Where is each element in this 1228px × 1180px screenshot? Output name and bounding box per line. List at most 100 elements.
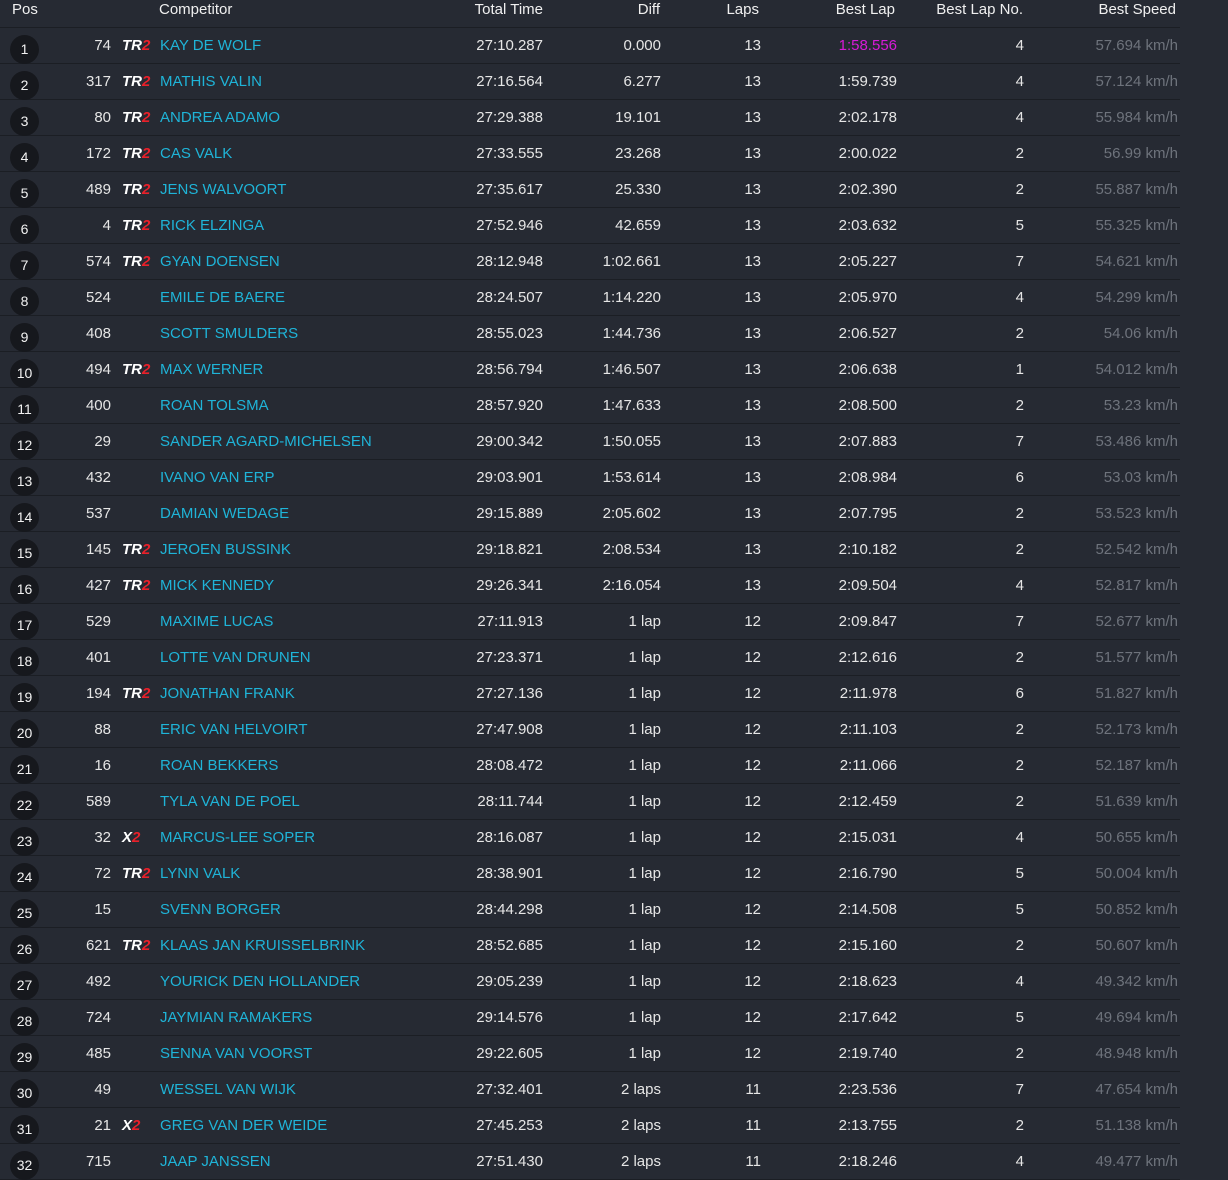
competitor-name-link[interactable]: MAXIME LUCAS xyxy=(160,613,273,630)
position-badge: 19 xyxy=(10,683,39,712)
total-time: 27:35.617 xyxy=(476,181,543,198)
laps: 12 xyxy=(744,793,761,810)
competitor-name-link[interactable]: LYNN VALK xyxy=(160,865,240,882)
header-best-lap-no[interactable]: Best Lap No. xyxy=(936,1,1023,18)
competitor-name-link[interactable]: WESSEL VAN WIJK xyxy=(160,1081,296,1098)
best-lap: 2:08.500 xyxy=(838,397,897,414)
table-row: 3 80 TR2 ANDREA ADAMO 27:29.388 19.101 13 2:02.… xyxy=(0,100,1180,136)
best-lap-no: 5 xyxy=(1015,1009,1024,1026)
laps: 12 xyxy=(744,685,761,702)
competitor-name-link[interactable]: JAAP JANSSEN xyxy=(160,1153,271,1170)
competitor-name-link[interactable]: CAS VALK xyxy=(160,145,232,162)
race-number: 16 xyxy=(94,757,111,774)
competitor-name-link[interactable]: JONATHAN FRANK xyxy=(160,685,295,702)
competitor-name-link[interactable]: MAX WERNER xyxy=(160,361,263,378)
header-laps[interactable]: Laps xyxy=(726,1,759,18)
diff: 42.659 xyxy=(615,217,661,234)
race-number: 29 xyxy=(94,433,111,450)
laps: 13 xyxy=(744,73,761,90)
total-time: 27:45.253 xyxy=(476,1117,543,1134)
position-badge: 7 xyxy=(10,251,39,280)
diff: 2 laps xyxy=(620,1117,661,1134)
class-badge-digit: 2 xyxy=(142,685,151,702)
table-row: 9 408 SCOTT SMULDERS 28:55.023 1:44.736 13 2:0… xyxy=(0,316,1180,352)
race-number: 49 xyxy=(94,1081,111,1098)
best-speed: 52.677 km/h xyxy=(1095,613,1178,630)
table-row: 27 492 YOURICK DEN HOLLANDER 29:05.239 1 lap… xyxy=(0,964,1180,1000)
competitor-name-link[interactable]: JEROEN BUSSINK xyxy=(160,541,291,558)
header-total-time[interactable]: Total Time xyxy=(475,1,543,18)
diff: 1 lap xyxy=(628,973,661,990)
diff: 0.000 xyxy=(623,37,661,54)
table-row: 20 88 ERIC VAN HELVOIRT 27:47.908 1 lap 12 2:1… xyxy=(0,712,1180,748)
competitor-name-link[interactable]: SVENN BORGER xyxy=(160,901,281,918)
header-pos[interactable]: Pos xyxy=(12,1,38,18)
diff: 23.268 xyxy=(615,145,661,162)
competitor-name-link[interactable]: SANDER AGARD-MICHELSEN xyxy=(160,433,372,450)
competitor-name-link[interactable]: ROAN TOLSMA xyxy=(160,397,269,414)
best-lap: 2:19.740 xyxy=(838,1045,897,1062)
best-lap-no: 2 xyxy=(1015,181,1024,198)
class-badge-digit: 2 xyxy=(132,1117,141,1134)
competitor-name-link[interactable]: MARCUS-LEE SOPER xyxy=(160,829,315,846)
class-badge-letters: TR xyxy=(122,577,142,594)
class-badge: TR2 xyxy=(122,217,150,234)
header-best-speed[interactable]: Best Speed xyxy=(1098,1,1176,18)
competitor-name-link[interactable]: ROAN BEKKERS xyxy=(160,757,278,774)
best-lap: 2:11.103 xyxy=(839,721,897,738)
header-diff[interactable]: Diff xyxy=(638,1,660,18)
diff: 1 lap xyxy=(628,901,661,918)
best-speed: 49.694 km/h xyxy=(1095,1009,1178,1026)
position-badge: 1 xyxy=(10,35,39,64)
competitor-name-link[interactable]: YOURICK DEN HOLLANDER xyxy=(160,973,360,990)
best-lap: 2:06.638 xyxy=(838,361,897,378)
header-competitor[interactable]: Competitor xyxy=(159,1,232,18)
competitor-name-link[interactable]: JAYMIAN RAMAKERS xyxy=(160,1009,312,1026)
class-badge: TR2 xyxy=(122,145,150,162)
diff: 19.101 xyxy=(615,109,661,126)
best-lap: 2:06.527 xyxy=(838,325,897,342)
competitor-name-link[interactable]: SCOTT SMULDERS xyxy=(160,325,298,342)
best-lap: 2:12.616 xyxy=(838,649,897,666)
competitor-name-link[interactable]: KAY DE WOLF xyxy=(160,37,261,54)
competitor-name-link[interactable]: DAMIAN WEDAGE xyxy=(160,505,289,522)
competitor-name-link[interactable]: ERIC VAN HELVOIRT xyxy=(160,721,308,738)
best-lap: 2:13.755 xyxy=(838,1117,897,1134)
results-table: Pos Competitor Total Time Diff Laps Best… xyxy=(0,0,1180,1180)
table-row: 32 715 JAAP JANSSEN 27:51.430 2 laps 11 2:18.2… xyxy=(0,1144,1180,1180)
best-lap-no: 5 xyxy=(1015,901,1024,918)
competitor-name-link[interactable]: GREG VAN DER WEIDE xyxy=(160,1117,327,1134)
position-badge: 16 xyxy=(10,575,39,604)
total-time: 28:24.507 xyxy=(476,289,543,306)
best-lap-no: 7 xyxy=(1015,613,1024,630)
race-number: 574 xyxy=(85,253,111,270)
position-badge: 14 xyxy=(10,503,39,532)
best-speed: 56.99 km/h xyxy=(1103,145,1178,162)
competitor-name-link[interactable]: EMILE DE BAERE xyxy=(160,289,285,306)
competitor-name-link[interactable]: MICK KENNEDY xyxy=(160,577,274,594)
competitor-name-link[interactable]: KLAAS JAN KRUISSELBRINK xyxy=(160,937,365,954)
diff: 6.277 xyxy=(623,73,661,90)
competitor-name-link[interactable]: RICK ELZINGA xyxy=(160,217,264,234)
competitor-name-link[interactable]: IVANO VAN ERP xyxy=(160,469,274,486)
class-badge-letters: TR xyxy=(122,73,142,90)
table-row: 17 529 MAXIME LUCAS 27:11.913 1 lap 12 2:09.84… xyxy=(0,604,1180,640)
competitor-name-link[interactable]: TYLA VAN DE POEL xyxy=(160,793,300,810)
table-row: 6 4 TR2 RICK ELZINGA 27:52.946 42.659 13 2:03.6… xyxy=(0,208,1180,244)
best-lap: 2:02.390 xyxy=(838,181,897,198)
total-time: 29:26.341 xyxy=(476,577,543,594)
diff: 1 lap xyxy=(628,685,661,702)
competitor-name-link[interactable]: MATHIS VALIN xyxy=(160,73,262,90)
competitor-name-link[interactable]: JENS WALVOORT xyxy=(160,181,286,198)
total-time: 28:38.901 xyxy=(476,865,543,882)
competitor-name-link[interactable]: SENNA VAN VOORST xyxy=(160,1045,312,1062)
position-badge: 17 xyxy=(10,611,39,640)
best-lap: 2:15.160 xyxy=(838,937,897,954)
laps: 12 xyxy=(744,901,761,918)
best-lap-no: 7 xyxy=(1015,253,1024,270)
header-best-lap[interactable]: Best Lap xyxy=(836,1,895,18)
competitor-name-link[interactable]: LOTTE VAN DRUNEN xyxy=(160,649,311,666)
competitor-name-link[interactable]: GYAN DOENSEN xyxy=(160,253,280,270)
class-badge: TR2 xyxy=(122,685,150,702)
competitor-name-link[interactable]: ANDREA ADAMO xyxy=(160,109,280,126)
